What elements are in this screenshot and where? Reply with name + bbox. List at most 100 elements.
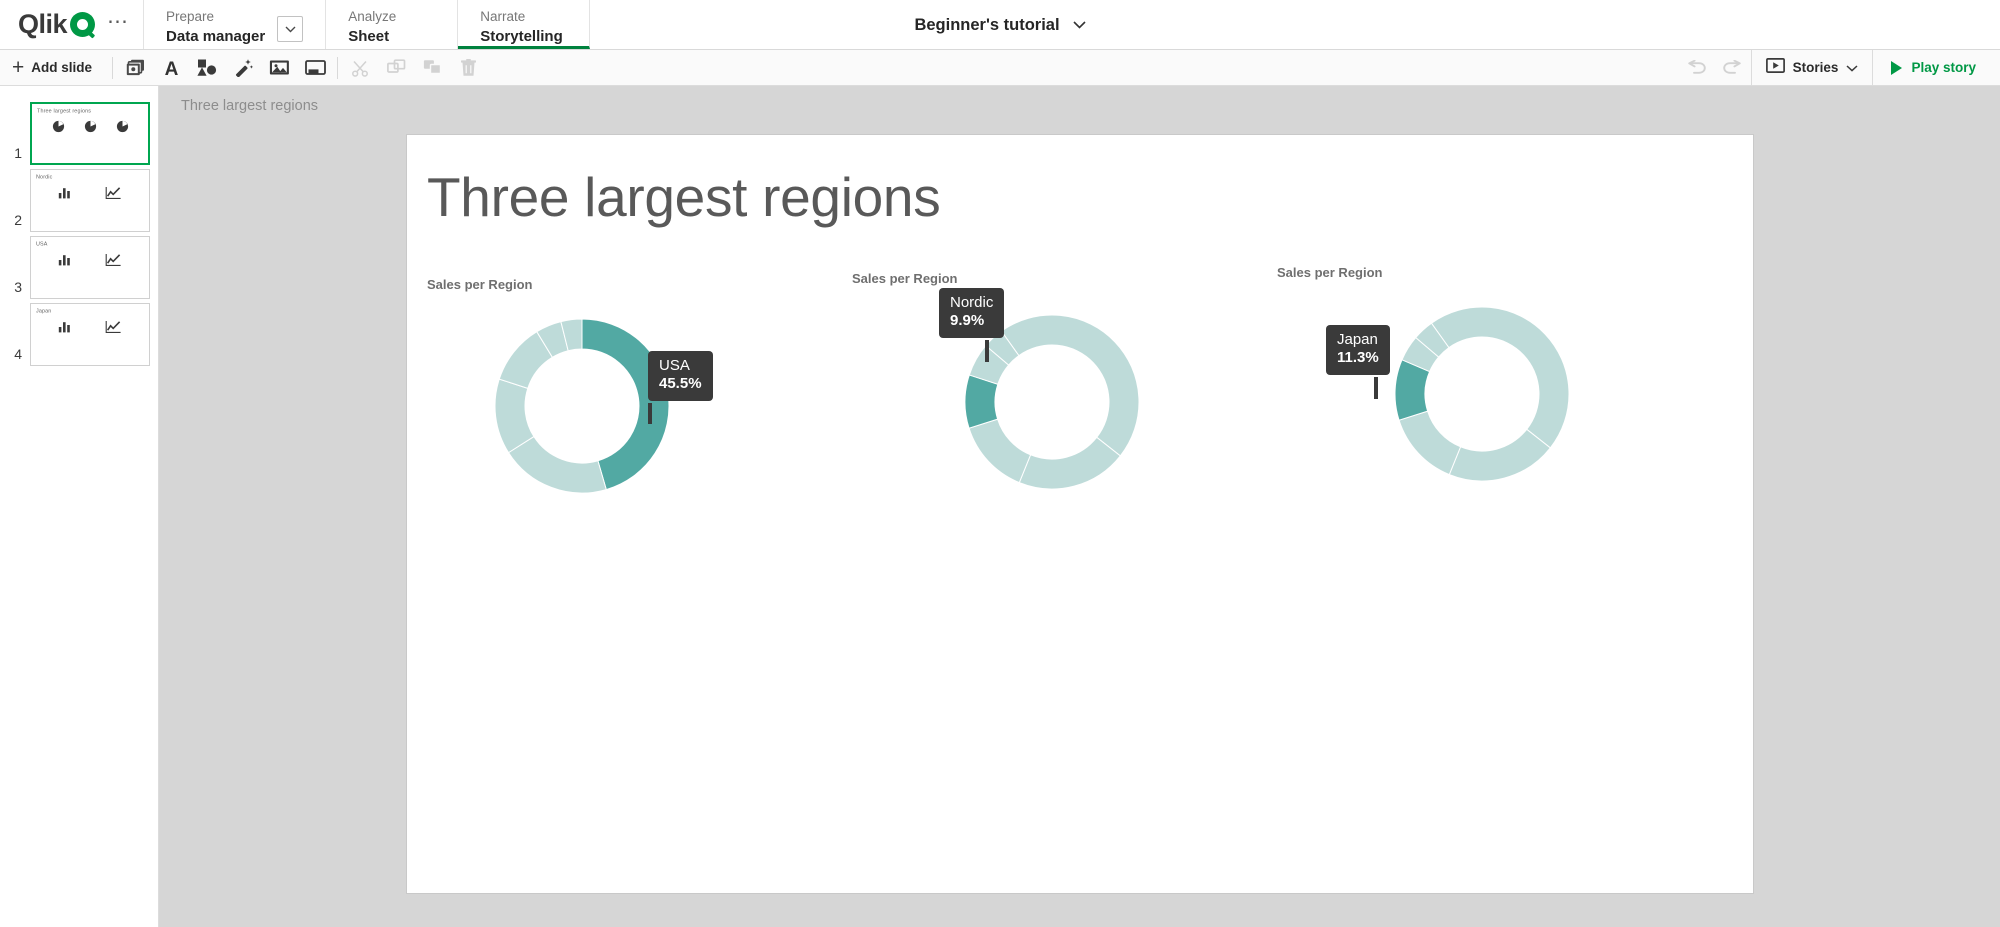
pie-chart-icon [116,120,129,138]
play-icon [1891,60,1903,75]
tooltip-label: Nordic [950,294,994,311]
nav-title-sheet: Sheet [348,27,390,45]
tooltip-stem [1374,377,1378,399]
slide-list-item-4[interactable]: 4 Japan [0,299,158,366]
stories-label: Stories [1792,60,1839,75]
canvas-area: Three largest regions Three largest regi… [159,86,2000,927]
pie-chart-icon [52,120,65,138]
play-story-button[interactable]: Play story [1872,50,2000,85]
sheet-icon[interactable] [297,51,333,85]
slide-thumbnail-title: USA [36,241,48,247]
toolbar-left-group: + Add slide A [0,50,486,85]
toolbar-divider [112,56,114,79]
slide-title[interactable]: Three largest regions [427,165,941,229]
undo-icon [1679,51,1715,85]
bar-chart-icon [58,320,71,339]
donut-chart-3[interactable]: Japan 11.3% [1277,286,1667,506]
cut-icon [342,51,378,85]
nav-section-analyze[interactable]: Analyze Sheet [326,0,459,49]
slide-number: 4 [14,346,22,362]
delete-icon [450,51,486,85]
tooltip-nordic: Nordic 9.9% [939,288,1005,338]
breadcrumb: Three largest regions [181,98,319,114]
donut-slice[interactable] [968,418,1032,484]
slide-thumbnail-icons [31,253,149,272]
story-toolbar: + Add slide A Stories Play story [0,50,2000,86]
redo-icon [1715,51,1751,85]
chart-title: Sales per Region [427,277,533,292]
chevron-down-icon[interactable] [1846,59,1858,77]
copy-icon [378,51,414,85]
slide-number: 3 [14,279,22,295]
qlik-logo[interactable]: Qlik [18,9,96,39]
add-slide-label: Add slide [31,60,93,75]
logo-zone: Qlik ⋯ [0,0,145,49]
toolbar-right-group: Stories Play story [1679,50,2000,85]
nav-section-prepare[interactable]: Prepare Data manager [144,0,327,49]
chevron-down-icon[interactable] [1072,16,1086,34]
main-body: 1 Three largest regions 2 Nordic 3 USA 4… [0,86,2000,927]
slide-canvas[interactable]: Three largest regions Sales per Region U… [406,134,1754,894]
top-navigation-bar: Qlik ⋯ Prepare Data manager Analyze Shee… [0,0,2000,50]
snapshot-library-icon[interactable] [117,51,153,85]
line-chart-icon [105,320,122,339]
image-icon[interactable] [261,51,297,85]
donut-slice[interactable] [1018,436,1122,490]
app-title[interactable]: Beginner's tutorial [914,16,1059,35]
donut-chart-2[interactable]: Nordic 9.9% [852,288,1242,512]
bar-chart-icon [58,253,71,272]
slide-list-item-1[interactable]: 1 Three largest regions [0,98,158,165]
slide-thumbnail[interactable]: Three largest regions [30,102,150,165]
donut-slice[interactable] [507,435,607,494]
chart-title: Sales per Region [1277,265,1383,280]
stories-icon [1765,57,1785,78]
qlik-q-logo-icon [70,12,96,37]
effects-icon[interactable] [225,51,261,85]
tooltip-label: Japan [1337,331,1378,348]
plus-icon: + [12,56,25,79]
add-slide-button[interactable]: + Add slide [0,50,108,85]
qlik-wordmark: Qlik [18,9,68,39]
more-options-icon[interactable]: ⋯ [107,11,129,38]
donut-slice[interactable] [1000,314,1140,457]
text-icon[interactable]: A [153,51,189,85]
tooltip-usa: USA 45.5% [648,351,713,401]
chart-object-1[interactable]: Sales per Region USA 45.5% [427,277,817,518]
tooltip-value: 11.3% [1337,349,1379,367]
shapes-icon[interactable] [189,51,225,85]
slide-list-item-3[interactable]: 3 USA [0,232,158,299]
chart-title: Sales per Region [852,271,958,286]
nav-kicker-prepare: Prepare [166,9,215,24]
tooltip-stem [985,340,989,362]
donut-slice[interactable] [1448,428,1552,482]
slide-thumbnail[interactable]: USA [30,236,150,299]
svg-text:A: A [164,59,178,77]
toolbar-divider [337,56,339,79]
chart-object-2[interactable]: Sales per Region Nordic 9.9% [852,271,1242,512]
slide-list-item-2[interactable]: 2 Nordic [0,165,158,232]
slide-list-sidebar: 1 Three largest regions 2 Nordic 3 USA 4… [0,86,159,927]
tooltip-stem [648,403,652,424]
line-chart-icon [105,253,122,272]
donut-slice[interactable] [1430,306,1570,449]
tooltip-japan: Japan 11.3% [1326,325,1390,375]
slide-thumbnail-title: Three largest regions [37,108,92,114]
slide-thumbnail-icons [31,320,149,339]
chevron-down-icon[interactable] [277,16,304,42]
slide-thumbnail-title: Japan [36,308,52,314]
slide-thumbnail-title: Nordic [36,174,53,180]
slide-thumbnail-icons [32,120,148,138]
tooltip-value: 9.9% [950,312,985,330]
slide-thumbnail-icons [31,186,149,205]
nav-section-narrate[interactable]: Narrate Storytelling [458,0,591,49]
stories-button[interactable]: Stories [1750,50,1873,85]
tooltip-label: USA [659,357,690,374]
tooltip-value: 45.5% [659,375,702,393]
chart-object-3[interactable]: Sales per Region Japan 11.3% [1277,265,1667,506]
donut-chart-1[interactable]: USA 45.5% [427,298,817,518]
nav-title-data-manager: Data manager [166,27,266,45]
slide-thumbnail[interactable]: Japan [30,303,150,366]
slide-thumbnail[interactable]: Nordic [30,169,150,232]
line-chart-icon [105,186,122,205]
donut-slice[interactable] [1398,410,1462,476]
